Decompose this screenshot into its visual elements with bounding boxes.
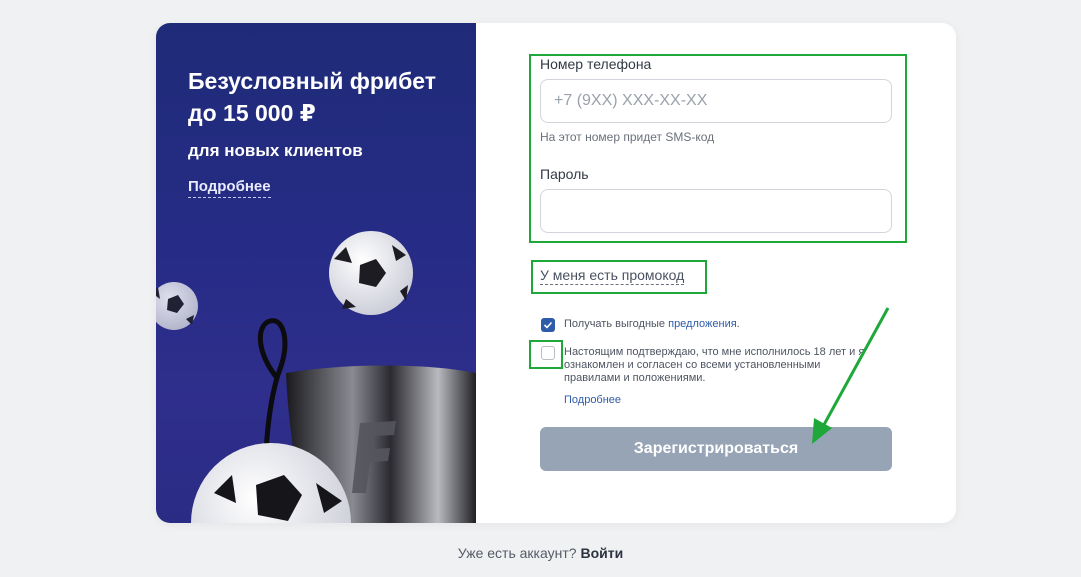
soccer-ball-icon — [156, 282, 198, 330]
phone-input[interactable] — [540, 79, 892, 123]
phone-label: Номер телефона — [540, 56, 652, 72]
password-label: Пароль — [540, 166, 589, 182]
terms-checkbox[interactable] — [541, 346, 555, 360]
offers-suffix: . — [736, 318, 740, 330]
trophy-handle — [257, 318, 288, 454]
login-link[interactable]: Войти — [580, 545, 623, 561]
promo-banner: Безусловный фрибет до 15 000 ₽ для новых… — [156, 23, 476, 523]
soccer-ball-icon — [329, 231, 413, 315]
password-input[interactable] — [540, 189, 892, 233]
arrow-icon — [812, 307, 890, 444]
promo-code-link[interactable]: У меня есть промокод — [540, 267, 685, 285]
promo-subtitle: для новых клиентов — [188, 141, 363, 160]
login-prompt: Уже есть аккаунт? Войти — [0, 545, 1081, 561]
offers-consent-label: Получать выгодные — [564, 318, 669, 330]
offers-consent-text: Получать выгодные предложения. — [564, 318, 740, 331]
promo-more-link[interactable]: Подробнее — [188, 178, 271, 198]
checkmark-icon — [543, 321, 553, 329]
login-prompt-text: Уже есть аккаунт? — [457, 545, 577, 561]
terms-more-link[interactable]: Подробнее — [564, 394, 621, 406]
promo-title: Безусловный фрибет до 15 000 ₽ — [188, 68, 437, 126]
offers-link[interactable]: предложения — [668, 318, 737, 330]
offers-checkbox[interactable] — [541, 318, 555, 332]
phone-hint: На этот номер придет SMS-код — [540, 130, 715, 144]
